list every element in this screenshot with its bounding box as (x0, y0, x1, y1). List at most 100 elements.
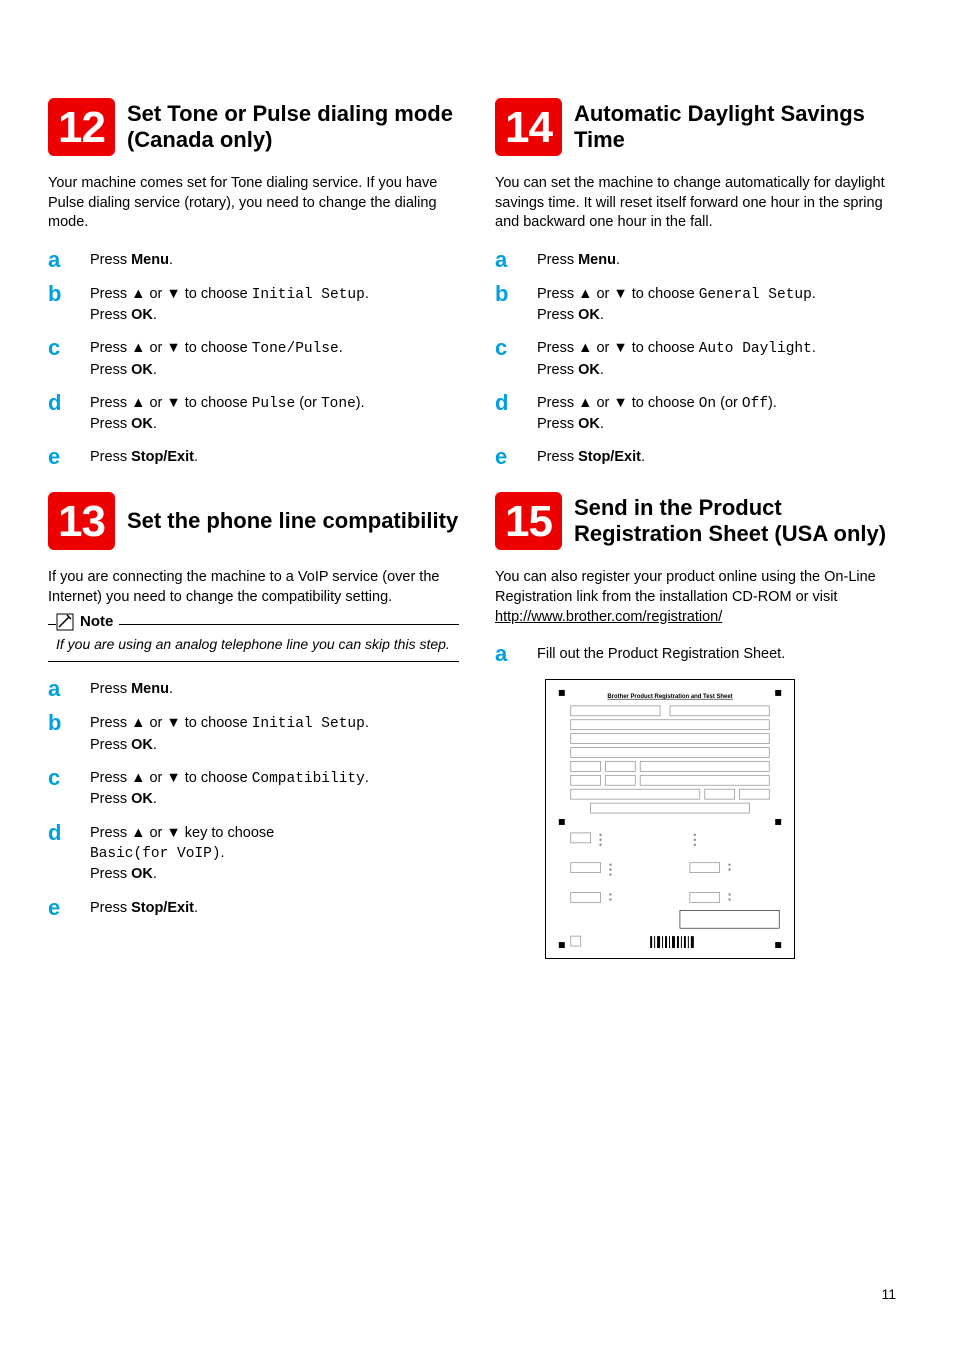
text: Press ▲ or ▼ key to choose (90, 825, 274, 841)
text: . (153, 307, 157, 323)
text: . (600, 362, 604, 378)
step-15a: a Fill out the Product Registration Shee… (495, 643, 906, 665)
text: Press ▲ or ▼ to choose (90, 340, 252, 356)
text: Press ▲ or ▼ to choose (90, 715, 252, 731)
menu-value: Basic(for VoIP) (90, 846, 221, 862)
step-letter-e: e (495, 446, 515, 468)
step-letter-b: b (48, 283, 68, 326)
text: . (194, 900, 198, 916)
step-body: Fill out the Product Registration Sheet. (537, 643, 785, 665)
text: . (339, 340, 343, 356)
text: . (153, 791, 157, 807)
text: . (153, 737, 157, 753)
step-body: Press Menu. (90, 678, 173, 700)
button-ref: Stop/Exit (131, 900, 194, 916)
text: Press (537, 416, 578, 432)
text: ). (356, 395, 365, 411)
form-title: Brother Product Registration and Test Sh… (607, 694, 732, 700)
step-13c: c Press ▲ or ▼ to choose Compatibility. … (48, 767, 459, 810)
step-number-12: 12 (48, 98, 115, 156)
text: . (812, 340, 816, 356)
step-body: Press ▲ or ▼ to choose Initial Setup. Pr… (90, 283, 369, 326)
button-ref: OK (131, 791, 153, 807)
step-12e: e Press Stop/Exit. (48, 446, 459, 468)
step-body: Press ▲ or ▼ key to choose Basic(for VoI… (90, 822, 274, 885)
section-14-title: Automatic Daylight Savings Time (574, 101, 906, 154)
text: Press (537, 362, 578, 378)
section-12-intro: Your machine comes set for Tone dialing … (48, 174, 459, 233)
text: Press (90, 737, 131, 753)
text: Press (90, 449, 131, 465)
text: Press (90, 362, 131, 378)
section-15-intro: You can also register your product onlin… (495, 568, 906, 627)
note-label: Note (80, 613, 113, 630)
text: Press ▲ or ▼ to choose (90, 395, 252, 411)
step-letter-e: e (48, 446, 68, 468)
step-body: Press Stop/Exit. (537, 446, 645, 468)
text: ). (768, 395, 777, 411)
text: . (365, 286, 369, 302)
step-14e: e Press Stop/Exit. (495, 446, 906, 468)
text: . (221, 845, 225, 861)
section-13-header: 13 Set the phone line compatibility (48, 492, 459, 550)
text: . (600, 307, 604, 323)
menu-value: Tone/Pulse (252, 341, 339, 357)
step-letter-c: c (495, 337, 515, 380)
step-letter-a: a (48, 249, 68, 271)
step-14a: a Press Menu. (495, 249, 906, 271)
text: Press ▲ or ▼ to choose (90, 286, 252, 302)
text: . (153, 416, 157, 432)
step-body: Press ▲ or ▼ to choose General Setup. Pr… (537, 283, 816, 326)
step-letter-d: d (48, 392, 68, 435)
text: . (600, 416, 604, 432)
button-ref: Stop/Exit (578, 449, 641, 465)
step-14b: b Press ▲ or ▼ to choose General Setup. … (495, 283, 906, 326)
menu-value: Tone (321, 396, 356, 412)
text: Press (90, 416, 131, 432)
text: Press (537, 252, 578, 268)
step-letter-c: c (48, 767, 68, 810)
button-ref: OK (131, 307, 153, 323)
step-body: Press ▲ or ▼ to choose On (or Off). Pres… (537, 392, 777, 435)
note-icon (56, 613, 74, 631)
menu-value: Auto Daylight (699, 341, 812, 357)
step-13b: b Press ▲ or ▼ to choose Initial Setup. … (48, 712, 459, 755)
text: . (641, 449, 645, 465)
text: . (365, 715, 369, 731)
menu-value: Initial Setup (252, 287, 365, 303)
menu-value: Off (742, 396, 768, 412)
section-12-header: 12 Set Tone or Pulse dialing mode(Canada… (48, 98, 459, 156)
menu-value: Pulse (252, 396, 296, 412)
text: Press (537, 307, 578, 323)
menu-value: Compatibility (252, 771, 365, 787)
step-12d: d Press ▲ or ▼ to choose Pulse (or Tone)… (48, 392, 459, 435)
section-14-intro: You can set the machine to change automa… (495, 174, 906, 233)
button-ref: OK (131, 416, 153, 432)
text: Press (90, 307, 131, 323)
registration-sheet-image: Brother Product Registration and Test Sh… (545, 679, 795, 959)
text: Press (537, 449, 578, 465)
button-ref: Menu (131, 252, 169, 268)
page-number: 11 (881, 1286, 896, 1302)
step-letter-d: d (48, 822, 68, 885)
button-ref: OK (578, 362, 600, 378)
section-15-header: 15 Send in the Product Registration Shee… (495, 492, 906, 550)
step-number-15: 15 (495, 492, 562, 550)
step-letter-c: c (48, 337, 68, 380)
step-body: Press ▲ or ▼ to choose Initial Setup. Pr… (90, 712, 369, 755)
text: . (194, 449, 198, 465)
menu-value: On (699, 396, 716, 412)
text: (or (295, 395, 321, 411)
text: Press (90, 252, 131, 268)
registration-link[interactable]: http://www.brother.com/registration/ (495, 609, 722, 625)
text: Press ▲ or ▼ to choose (537, 395, 699, 411)
text: Press (90, 866, 131, 882)
text: Press ▲ or ▼ to choose (537, 286, 699, 302)
text: Press ▲ or ▼ to choose (537, 340, 699, 356)
note-box: Note If you are using an analog telephon… (48, 624, 459, 663)
step-number-13: 13 (48, 492, 115, 550)
text: . (153, 866, 157, 882)
step-body: Press ▲ or ▼ to choose Pulse (or Tone). … (90, 392, 365, 435)
section-15-title: Send in the Product Registration Sheet (… (574, 495, 906, 548)
step-13a: a Press Menu. (48, 678, 459, 700)
